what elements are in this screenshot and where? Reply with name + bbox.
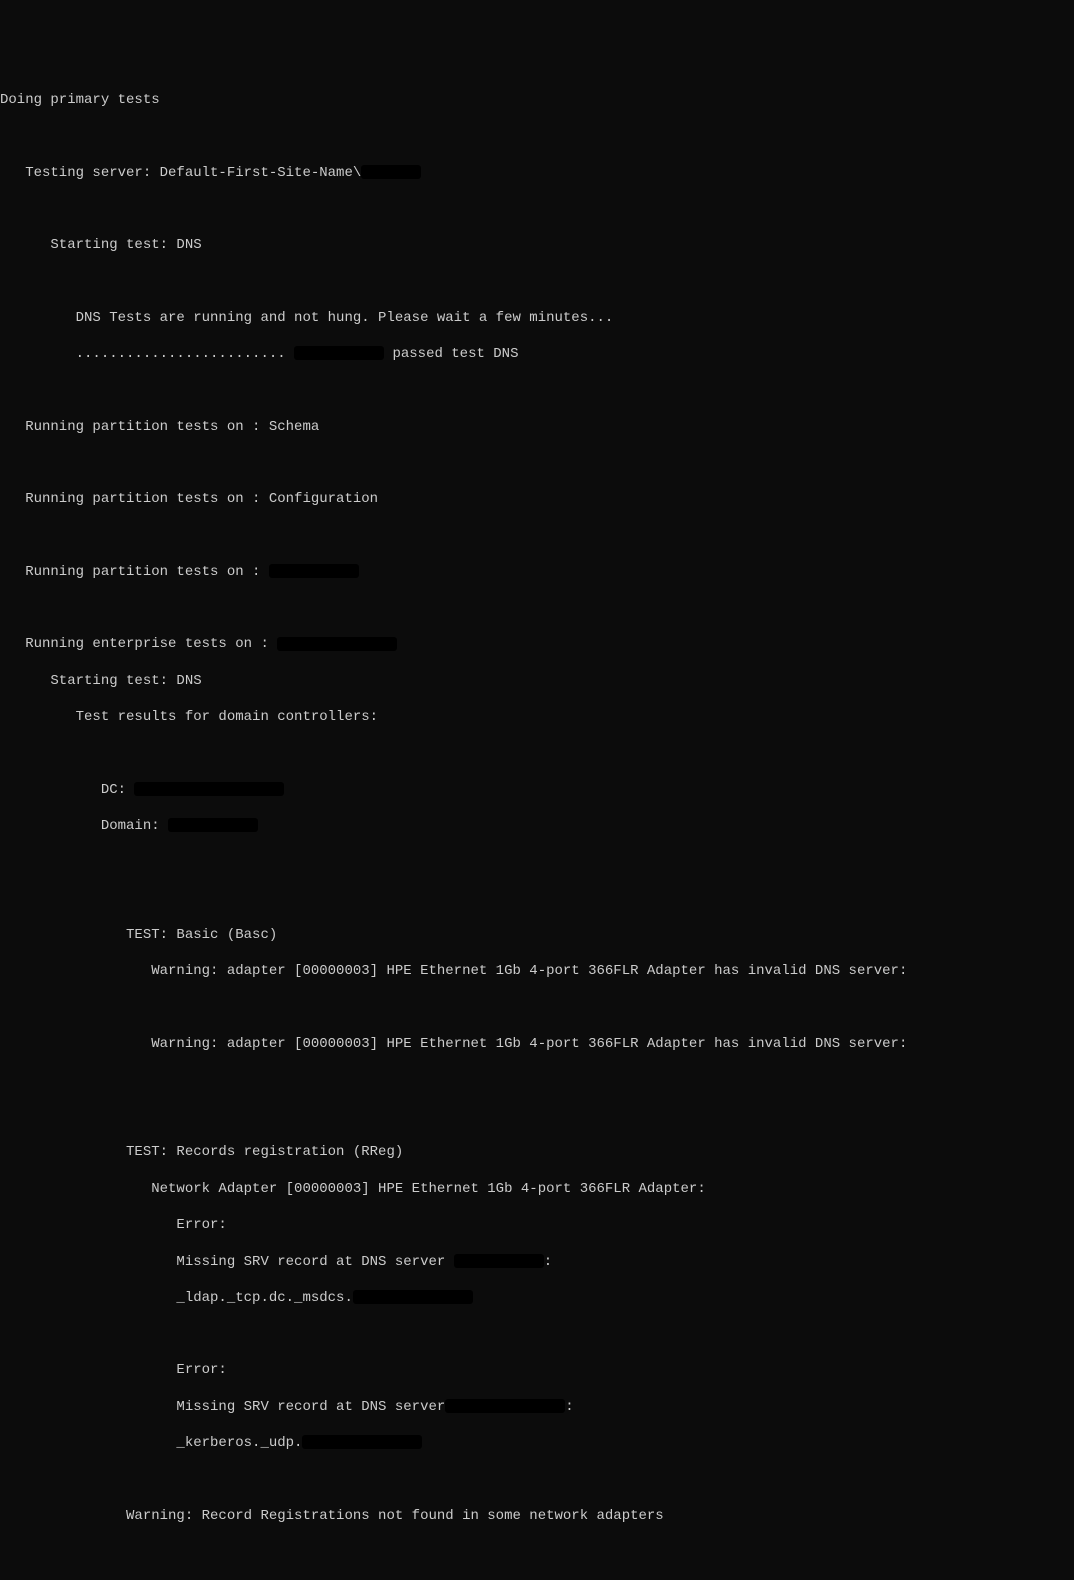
output-line <box>0 1471 1074 1489</box>
output-line: Warning: Record Registrations not found … <box>0 1507 1074 1525</box>
redacted-text <box>353 1290 473 1304</box>
output-line: Warning: adapter [00000003] HPE Ethernet… <box>0 1035 1074 1053</box>
output-line: Domain: <box>0 817 1074 835</box>
redacted-text <box>269 564 359 578</box>
output-line: TEST: Basic (Basc) <box>0 926 1074 944</box>
terminal-output: Doing primary tests Testing server: Defa… <box>0 73 1074 1580</box>
text-segment: passed test DNS <box>384 346 518 362</box>
output-line <box>0 127 1074 145</box>
output-line <box>0 272 1074 290</box>
redacted-text <box>277 637 397 651</box>
output-line: Error: <box>0 1216 1074 1234</box>
output-line <box>0 998 1074 1016</box>
redacted-text <box>134 782 284 796</box>
output-line <box>0 744 1074 762</box>
output-line: Running partition tests on : Configurati… <box>0 490 1074 508</box>
text-segment: Missing SRV record at DNS server <box>0 1399 445 1415</box>
output-line <box>0 1107 1074 1125</box>
output-line <box>0 381 1074 399</box>
redacted-text <box>168 818 258 832</box>
text-segment: : <box>544 1254 552 1270</box>
redacted-text <box>294 346 384 360</box>
text-segment: Testing server: Default-First-Site-Name\ <box>0 165 361 181</box>
text-segment: ......................... <box>0 346 294 362</box>
output-line: _ldap._tcp.dc._msdcs. <box>0 1289 1074 1307</box>
output-line: Starting test: DNS <box>0 236 1074 254</box>
output-line: TEST: Records registration (RReg) <box>0 1143 1074 1161</box>
output-line <box>0 527 1074 545</box>
output-line: Doing primary tests <box>0 91 1074 109</box>
redacted-text <box>445 1399 565 1413</box>
output-line: Running enterprise tests on : <box>0 635 1074 653</box>
redacted-text <box>454 1254 544 1268</box>
output-line: Missing SRV record at DNS server : <box>0 1253 1074 1271</box>
output-line <box>0 1543 1074 1561</box>
output-line: Starting test: DNS <box>0 672 1074 690</box>
output-line <box>0 599 1074 617</box>
output-line <box>0 1071 1074 1089</box>
text-segment: Running enterprise tests on : <box>0 636 277 652</box>
output-line: Testing server: Default-First-Site-Name\ <box>0 164 1074 182</box>
output-line: _kerberos._udp. <box>0 1434 1074 1452</box>
redacted-text <box>361 165 421 179</box>
output-line: Warning: adapter [00000003] HPE Ethernet… <box>0 962 1074 980</box>
text-segment: _ldap._tcp.dc._msdcs. <box>0 1290 353 1306</box>
redacted-text <box>302 1435 422 1449</box>
output-line <box>0 890 1074 908</box>
output-line: Running partition tests on : <box>0 563 1074 581</box>
text-segment: Running partition tests on : <box>0 564 269 580</box>
output-line: Error: <box>0 1361 1074 1379</box>
output-line: Test results for domain controllers: <box>0 708 1074 726</box>
output-line: Missing SRV record at DNS server: <box>0 1398 1074 1416</box>
output-line: Summary of test results for DNS servers … <box>0 1579 1074 1580</box>
output-line <box>0 1325 1074 1343</box>
output-line <box>0 454 1074 472</box>
output-line: Network Adapter [00000003] HPE Ethernet … <box>0 1180 1074 1198</box>
text-segment: Domain: <box>0 818 168 834</box>
output-line: Running partition tests on : Schema <box>0 418 1074 436</box>
output-line: ......................... passed test DN… <box>0 345 1074 363</box>
output-line: DNS Tests are running and not hung. Plea… <box>0 309 1074 327</box>
output-line <box>0 200 1074 218</box>
output-line <box>0 853 1074 871</box>
text-segment: : <box>565 1399 573 1415</box>
text-segment: _kerberos._udp. <box>0 1435 302 1451</box>
text-segment: Missing SRV record at DNS server <box>0 1254 454 1270</box>
